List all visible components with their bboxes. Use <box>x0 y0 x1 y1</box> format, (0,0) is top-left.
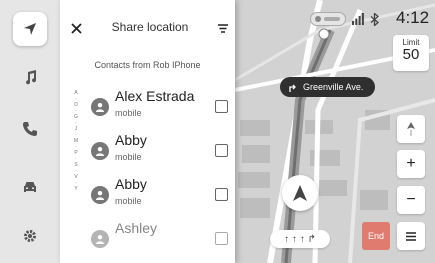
avatar <box>91 186 109 204</box>
person-icon <box>96 191 104 200</box>
panel-header: Share location <box>60 0 235 56</box>
heading-up-icon <box>407 122 415 136</box>
contact-checkbox[interactable] <box>215 144 228 157</box>
contact-name: Abby <box>115 176 147 192</box>
contact-name: Abby <box>115 132 147 148</box>
contact-checkbox[interactable] <box>215 100 228 113</box>
clock: 4:12 <box>396 8 430 27</box>
index-letter[interactable]: Y <box>74 186 77 192</box>
contact-row[interactable]: Alex Estrada mobile <box>87 86 235 130</box>
phone-button[interactable] <box>13 112 47 146</box>
person-icon <box>96 103 104 112</box>
contact-row[interactable]: Ashley <box>87 218 235 262</box>
avatar <box>91 98 109 116</box>
hamburger-menu-icon <box>406 231 416 241</box>
contact-row[interactable]: Abby mobile <box>87 174 235 218</box>
contact-phone-type: mobile <box>115 108 142 118</box>
status-icons <box>310 11 379 27</box>
contact-name: Ashley <box>115 220 158 236</box>
sort-button[interactable] <box>214 20 232 36</box>
contact-checkbox[interactable] <box>215 232 228 245</box>
turn-right-icon <box>289 84 296 92</box>
contact-phone-type: mobile <box>115 196 142 206</box>
lane-guidance: ↑ ↑ ↑ ↱ <box>270 230 330 248</box>
close-icon <box>70 22 82 34</box>
music-note-icon <box>26 70 37 85</box>
person-icon <box>96 235 104 244</box>
car-icon <box>24 182 36 192</box>
settings-button[interactable] <box>13 219 47 253</box>
contact-row[interactable]: Abby mobile <box>87 130 235 174</box>
bluetooth-icon <box>370 12 379 26</box>
contact-checkbox[interactable] <box>215 188 228 201</box>
left-rail <box>0 0 61 263</box>
end-route-button[interactable]: End <box>362 222 390 250</box>
zoom-in-button[interactable]: + <box>397 150 425 178</box>
current-location-button[interactable] <box>282 175 318 211</box>
close-button[interactable] <box>66 18 86 38</box>
zoom-out-button[interactable]: − <box>397 186 425 214</box>
avatar <box>91 142 109 160</box>
panel-title: Share location <box>111 20 189 34</box>
navigation-arrow-icon <box>24 23 36 35</box>
speed-limit-sign: Limit 50 <box>393 35 429 71</box>
vehicle-button[interactable] <box>13 170 47 204</box>
vehicle-position-icon <box>293 185 307 201</box>
avatar <box>91 230 109 248</box>
gear-icon <box>24 230 36 242</box>
contact-phone-type: mobile <box>115 152 142 162</box>
sort-icon <box>218 23 228 33</box>
heading-button[interactable] <box>397 115 425 143</box>
alphabet-index[interactable]: A · D · G · J · M · P · S · V · Y <box>72 90 80 192</box>
contacts-source: Contacts from Rob IPhone <box>94 60 201 70</box>
person-icon <box>96 147 104 156</box>
next-street-name: Greenville Ave. <box>303 82 364 92</box>
share-location-panel: Share location Contacts from Rob IPhone … <box>60 0 235 263</box>
menu-button[interactable] <box>397 222 425 250</box>
navigation-button[interactable] <box>13 12 47 46</box>
contact-name: Alex Estrada <box>115 88 195 104</box>
connected-device-icon <box>310 12 346 26</box>
speed-limit-value: 50 <box>402 46 420 63</box>
phone-icon <box>23 122 37 136</box>
next-street-banner[interactable]: Greenville Ave. <box>280 77 375 97</box>
signal-strength-icon <box>352 13 364 25</box>
music-button[interactable] <box>13 60 47 94</box>
